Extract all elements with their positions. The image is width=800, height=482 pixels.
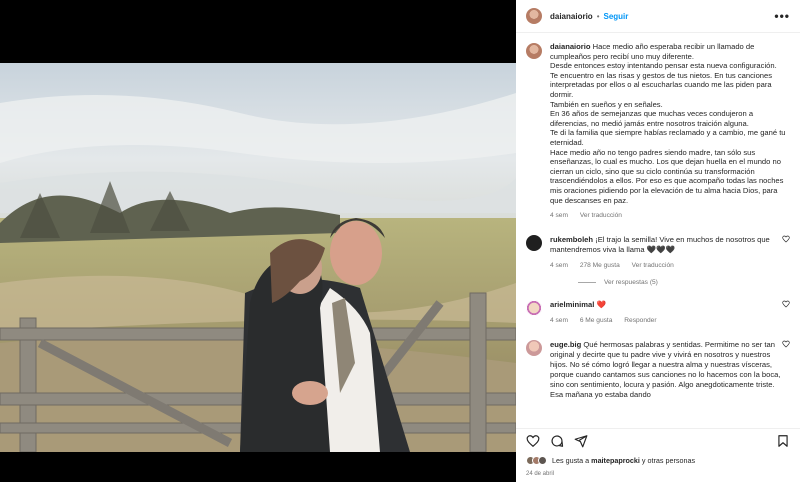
follow-button[interactable]: Seguir bbox=[604, 12, 629, 21]
caption-translate-link[interactable]: Ver traducción bbox=[580, 212, 622, 219]
comment: euge.big Qué hermosas palabras y sentida… bbox=[516, 339, 800, 400]
comment-likes[interactable]: 278 Me gusta bbox=[580, 262, 620, 269]
caption-paragraph: Hace medio año no tengo padres siendo ma… bbox=[550, 147, 784, 205]
caption: daianaiorio Hace medio año esperaba reci… bbox=[516, 34, 800, 221]
bookmark-icon[interactable] bbox=[776, 434, 790, 448]
view-replies-label: Ver respuestas (5) bbox=[604, 278, 658, 286]
post-image bbox=[0, 63, 516, 452]
likes-prefix: Les gusta a bbox=[552, 456, 592, 465]
caption-avatar[interactable] bbox=[526, 43, 542, 59]
comment-username[interactable]: arielminimal bbox=[550, 300, 594, 309]
comment-avatar[interactable] bbox=[526, 234, 542, 251]
comment-body: rukemboleh ¡El trajo la semilla! Vive en… bbox=[550, 235, 782, 271]
comment-username[interactable]: rukemboleh bbox=[550, 235, 593, 244]
comment-translate-link[interactable]: Ver traducción bbox=[632, 262, 674, 269]
comment-meta: 4 sem 6 Me gusta Responder bbox=[550, 316, 782, 326]
caption-paragraph: En 36 años de semejanzas que muchas vece… bbox=[550, 109, 754, 128]
photo-pane bbox=[0, 0, 516, 482]
comment-text: Qué hermosas palabras y sentidas. Permit… bbox=[550, 339, 781, 399]
likes-suffix: y otras personas bbox=[639, 456, 696, 465]
replies-line bbox=[578, 281, 596, 283]
comment-like-heart-icon[interactable] bbox=[782, 235, 790, 271]
caption-meta: 4 sem Ver traducción bbox=[550, 211, 790, 221]
comment-icon[interactable] bbox=[550, 434, 564, 448]
post-header: daianaiorio • Seguir ••• bbox=[516, 0, 800, 33]
comment-likes[interactable]: 6 Me gusta bbox=[580, 317, 613, 324]
comment-like-heart-icon[interactable] bbox=[782, 300, 790, 326]
reply-button[interactable]: Responder bbox=[624, 317, 656, 324]
action-bar bbox=[516, 428, 800, 452]
comment-body: euge.big Qué hermosas palabras y sentida… bbox=[550, 340, 782, 400]
comment-time: 4 sem bbox=[550, 261, 568, 269]
post-photo[interactable] bbox=[0, 63, 516, 452]
post-date: 24 de abril bbox=[526, 471, 555, 477]
likes-user[interactable]: maitepaprocki bbox=[591, 456, 640, 465]
comment-meta: 4 sem 278 Me gusta Ver traducción bbox=[550, 261, 782, 271]
comment-avatar[interactable] bbox=[526, 299, 542, 316]
more-icon[interactable]: ••• bbox=[774, 9, 790, 23]
author-username[interactable]: daianaiorio bbox=[550, 12, 593, 21]
liker-avatar bbox=[538, 456, 547, 465]
comment-time: 4 sem bbox=[550, 316, 568, 324]
caption-text: daianaiorio Hace medio año esperaba reci… bbox=[550, 42, 790, 221]
caption-paragraph: Te di la familia que siempre habías recl… bbox=[550, 128, 786, 147]
comment: rukemboleh ¡El trajo la semilla! Vive en… bbox=[516, 234, 800, 271]
caption-username[interactable]: daianaiorio bbox=[550, 42, 591, 51]
heart-icon[interactable] bbox=[526, 434, 540, 448]
comments-scroll[interactable]: daianaiorio Hace medio año esperaba reci… bbox=[516, 34, 800, 420]
likes-text: Les gusta a maitepaprocki y otras person… bbox=[552, 456, 695, 465]
comment-username[interactable]: euge.big bbox=[550, 340, 581, 349]
caption-time: 4 sem bbox=[550, 212, 568, 220]
likes-summary[interactable]: Les gusta a maitepaprocki y otras person… bbox=[526, 456, 695, 465]
caption-paragraph: También en sueños y en señales. bbox=[550, 99, 663, 109]
caption-paragraph: Te encuentro en las risas y gestos de tu… bbox=[550, 70, 773, 99]
comment-avatar[interactable] bbox=[526, 339, 542, 356]
instagram-post-modal: daianaiorio • Seguir ••• daianaiorio Hac… bbox=[0, 0, 800, 482]
comment-text: ❤️ bbox=[596, 299, 606, 309]
comment-body: arielminimal ❤️ 4 sem 6 Me gusta Respond… bbox=[550, 300, 782, 326]
share-icon[interactable] bbox=[574, 434, 588, 448]
caption-paragraph: Desde entonces estoy intentando pensar e… bbox=[550, 61, 777, 71]
comment: arielminimal ❤️ 4 sem 6 Me gusta Respond… bbox=[516, 299, 800, 326]
comment-like-heart-icon[interactable] bbox=[782, 340, 790, 400]
view-replies-button[interactable]: Ver respuestas (5) bbox=[578, 279, 800, 286]
separator-dot: • bbox=[596, 11, 600, 21]
author-avatar[interactable] bbox=[526, 8, 542, 24]
post-sidebar: daianaiorio • Seguir ••• daianaiorio Hac… bbox=[516, 0, 800, 482]
